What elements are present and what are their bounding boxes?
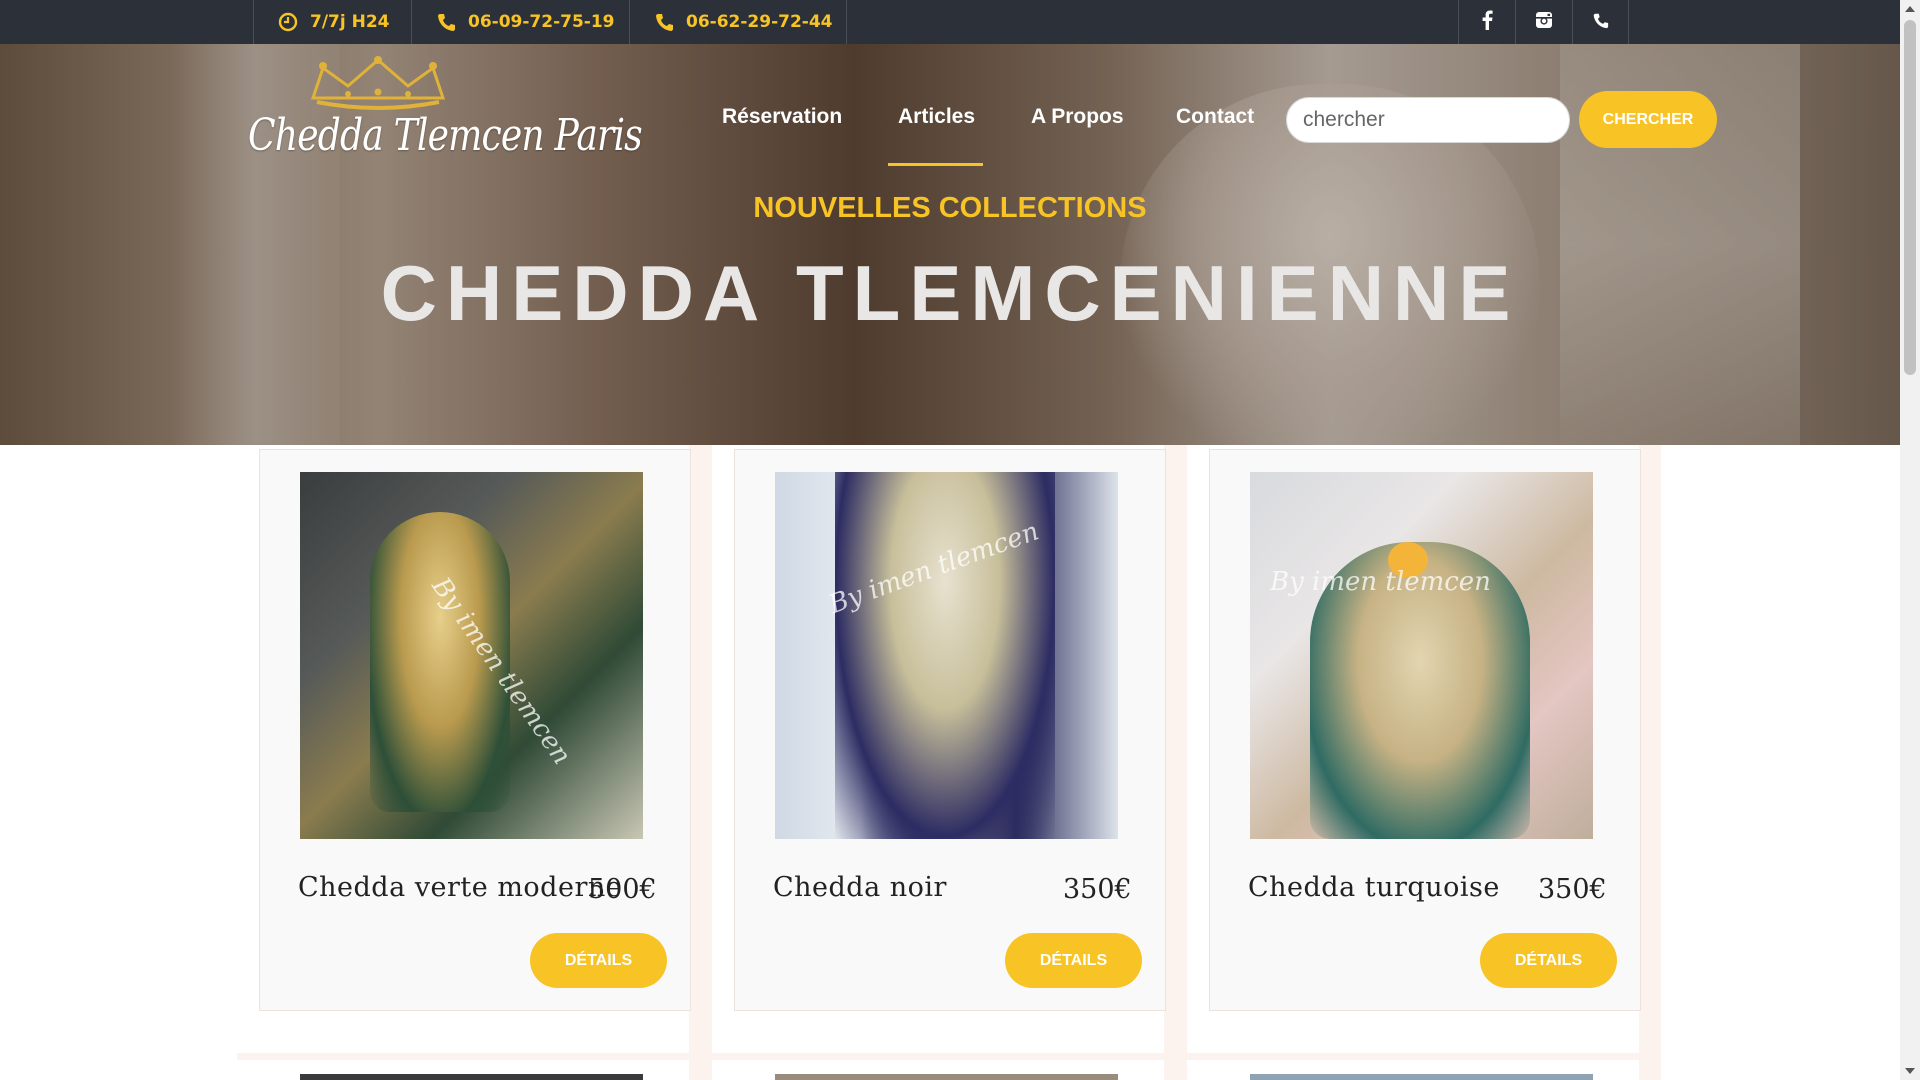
product-image[interactable]: By imen tlemcen [775, 472, 1118, 839]
clock-icon [278, 12, 298, 32]
product-price: 350€ [1063, 874, 1132, 905]
details-button[interactable]: DÉTAILS [1005, 933, 1142, 988]
product-card: By imen tlemcen Chedda verte moderne 500… [259, 449, 691, 1011]
hours-text: 7/7j H24 [310, 12, 390, 32]
logo-text[interactable]: Chedda Tlemcen Paris [248, 110, 643, 161]
product-image-next[interactable] [1250, 1074, 1593, 1080]
product-column: By imen tlemcen Chedda verte moderne 500… [237, 445, 691, 1053]
product-image-next[interactable] [775, 1074, 1118, 1080]
phone-link-2[interactable]: 06-62-29-72-44 [629, 0, 847, 44]
hero-subtitle: NOUVELLES COLLECTIONS [753, 192, 1147, 224]
watermark-text: By imen tlemcen [1270, 567, 1491, 597]
instagram-link[interactable] [1515, 0, 1572, 44]
facebook-link[interactable] [1458, 0, 1515, 44]
product-price: 350€ [1538, 874, 1607, 905]
phone-icon [1592, 12, 1609, 33]
phone-link-1[interactable]: 06-09-72-75-19 [411, 0, 629, 44]
product-grid: By imen tlemcen Chedda verte moderne 500… [237, 445, 1661, 1080]
phone-text-2[interactable]: 06-62-29-72-44 [686, 12, 833, 32]
scroll-down-arrow-icon[interactable] [1905, 1068, 1915, 1074]
details-button[interactable]: DÉTAILS [530, 933, 667, 988]
details-button[interactable]: DÉTAILS [1480, 933, 1617, 988]
instagram-icon [1535, 11, 1553, 33]
search-input[interactable] [1286, 97, 1570, 143]
product-image[interactable]: By imen tlemcen [300, 472, 643, 839]
search-button[interactable]: CHERCHER [1579, 91, 1717, 148]
phone-icon [654, 12, 674, 32]
page-scrollbar[interactable] [1900, 0, 1920, 1080]
product-name[interactable]: Chedda verte moderne [298, 872, 622, 903]
phone-call-link[interactable] [1572, 0, 1629, 44]
nav-reservation[interactable]: Réservation [722, 105, 842, 129]
nav-a-propos[interactable]: A Propos [1031, 105, 1124, 129]
product-name[interactable]: Chedda turquoise [1248, 872, 1500, 903]
hero-title: CHEDDA TLEMCENIENNE [380, 249, 1520, 337]
product-price: 500€ [588, 874, 657, 905]
product-column: By imen tlemcen Chedda turquoise 350€ DÉ… [1187, 445, 1641, 1053]
product-name[interactable]: Chedda noir [773, 872, 947, 903]
top-bar: 7/7j H24 06-09-72-75-19 06-62-29-72-44 [0, 0, 1900, 44]
nav-contact[interactable]: Contact [1176, 105, 1254, 129]
product-card: By imen tlemcen Chedda turquoise 350€ DÉ… [1209, 449, 1641, 1011]
phone-text-1[interactable]: 06-09-72-75-19 [468, 12, 615, 32]
scroll-up-arrow-icon[interactable] [1905, 6, 1915, 12]
crown-icon [310, 56, 446, 110]
product-column: By imen tlemcen Chedda noir 350€ DÉTAILS [712, 445, 1166, 1053]
scrollbar-thumb[interactable] [1904, 20, 1916, 375]
nav-active-indicator [888, 163, 983, 166]
phone-icon [436, 12, 456, 32]
product-card: By imen tlemcen Chedda noir 350€ DÉTAILS [734, 449, 1166, 1011]
nav-articles[interactable]: Articles [898, 105, 975, 129]
product-image-next[interactable] [300, 1074, 643, 1080]
product-image[interactable]: By imen tlemcen [1250, 472, 1593, 839]
hours-info: 7/7j H24 [253, 0, 411, 44]
facebook-icon [1481, 10, 1493, 34]
